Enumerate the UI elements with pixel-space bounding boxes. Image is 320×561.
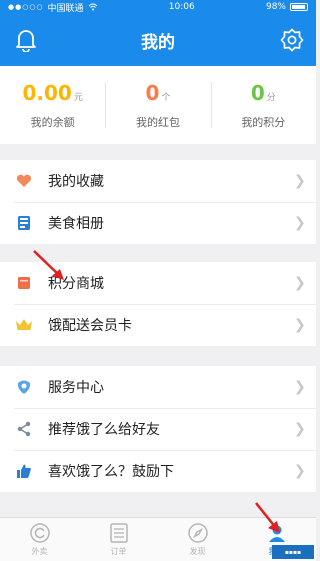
page-title: 我的 bbox=[141, 32, 175, 53]
chevron-right-icon: ❯ bbox=[294, 317, 306, 333]
battery-percent: 98% bbox=[265, 2, 286, 12]
settings-gear-icon[interactable] bbox=[278, 26, 306, 54]
thumbs-up-icon bbox=[14, 461, 34, 481]
menu-item-label: 服务中心 bbox=[48, 380, 104, 396]
balance-label: 我的余额 bbox=[30, 115, 75, 129]
balance-stat[interactable]: 0.00 元 我的余额 bbox=[0, 66, 105, 144]
balance-value: 0.00 bbox=[22, 80, 72, 105]
header-bar: ●●○○○ 中国联通 10:06 98% 我的 bbox=[0, 0, 316, 66]
menu-item-label: 推荐饿了么给好友 bbox=[48, 422, 160, 438]
bottom-tab-bar: 外卖 订单 发现 我的 bbox=[0, 517, 316, 561]
mall-icon bbox=[14, 273, 34, 293]
status-bar: ●●○○○ 中国联通 10:06 98% bbox=[0, 0, 316, 14]
red-packet-value: 0 bbox=[145, 80, 160, 105]
points-stat[interactable]: 0分 我的积分 bbox=[210, 66, 316, 144]
menu-item-member-card[interactable]: 饿配送会员卡 ❯ bbox=[0, 304, 316, 346]
menu-item-label: 喜欢饿了么？鼓励下 bbox=[48, 464, 174, 480]
tab-orders[interactable]: 订单 bbox=[79, 518, 158, 561]
menu-group-3: 服务中心 ❯ 推荐饿了么给好友 ❯ 喜欢饿了么？鼓励下 ❯ bbox=[0, 366, 316, 492]
order-icon bbox=[109, 523, 128, 543]
profile-icon bbox=[268, 525, 285, 542]
menu-item-label: 饿配送会员卡 bbox=[48, 318, 132, 334]
red-packet-label: 我的红包 bbox=[135, 115, 180, 129]
tab-takeaway[interactable]: 外卖 bbox=[0, 518, 79, 561]
red-packet-unit: 个 bbox=[161, 92, 171, 103]
chevron-right-icon: ❯ bbox=[294, 421, 306, 437]
share-icon bbox=[14, 419, 34, 439]
heart-icon bbox=[14, 171, 34, 191]
points-label: 我的积分 bbox=[241, 115, 286, 129]
points-value: 0 bbox=[250, 80, 265, 105]
account-summary: 0.00 元 我的余额 0个 我的红包 0分 我的积分 bbox=[0, 66, 316, 144]
chevron-right-icon: ❯ bbox=[294, 215, 306, 231]
menu-item-service-center[interactable]: 服务中心 ❯ bbox=[0, 366, 316, 408]
red-packet-stat[interactable]: 0个 我的红包 bbox=[105, 66, 210, 144]
menu-group-1: 我的收藏 ❯ 美食相册 ❯ bbox=[0, 160, 316, 244]
menu-group-2: 积分商城 ❯ 饿配送会员卡 ❯ bbox=[0, 262, 316, 346]
balance-unit: 元 bbox=[73, 92, 83, 103]
notification-bell-icon[interactable] bbox=[12, 26, 40, 54]
battery-icon bbox=[289, 3, 308, 11]
tab-label: 发现 bbox=[189, 547, 206, 556]
chevron-right-icon: ❯ bbox=[294, 173, 306, 189]
tab-label: 订单 bbox=[110, 547, 127, 556]
service-icon bbox=[14, 377, 34, 397]
chevron-right-icon: ❯ bbox=[294, 379, 306, 395]
tab-discover[interactable]: 发现 bbox=[158, 518, 237, 561]
points-value-wrap: 0分 bbox=[251, 81, 276, 110]
watermark-logo: ▪▪▪▪ bbox=[272, 545, 314, 559]
home-icon bbox=[29, 523, 50, 543]
menu-item-food-album[interactable]: 美食相册 ❯ bbox=[0, 202, 316, 244]
points-unit: 分 bbox=[266, 92, 276, 103]
menu-item-recommend[interactable]: 推荐饿了么给好友 ❯ bbox=[0, 408, 316, 450]
menu-item-label: 我的收藏 bbox=[48, 174, 104, 190]
menu-item-like-app[interactable]: 喜欢饿了么？鼓励下 ❯ bbox=[0, 450, 316, 492]
menu-item-label: 积分商城 bbox=[48, 276, 104, 292]
status-time: 10:06 bbox=[168, 2, 195, 12]
carrier-text: 中国联通 bbox=[47, 3, 84, 14]
menu-item-label: 美食相册 bbox=[48, 216, 104, 232]
red-packet-value-wrap: 0个 bbox=[146, 81, 171, 110]
crown-icon bbox=[14, 315, 34, 335]
menu-item-favorites[interactable]: 我的收藏 ❯ bbox=[0, 160, 316, 202]
compass-icon bbox=[187, 523, 208, 543]
chevron-right-icon: ❯ bbox=[294, 275, 306, 291]
menu-item-points-mall[interactable]: 积分商城 ❯ bbox=[0, 262, 316, 304]
balance-value-wrap: 0.00 元 bbox=[22, 81, 82, 110]
album-icon bbox=[14, 213, 34, 233]
wifi-icon bbox=[88, 3, 97, 11]
chevron-right-icon: ❯ bbox=[294, 463, 306, 479]
tab-label: 外卖 bbox=[31, 547, 48, 556]
signal-icon: ●●○○○ bbox=[8, 3, 44, 11]
nav-bar: 我的 bbox=[0, 14, 316, 66]
